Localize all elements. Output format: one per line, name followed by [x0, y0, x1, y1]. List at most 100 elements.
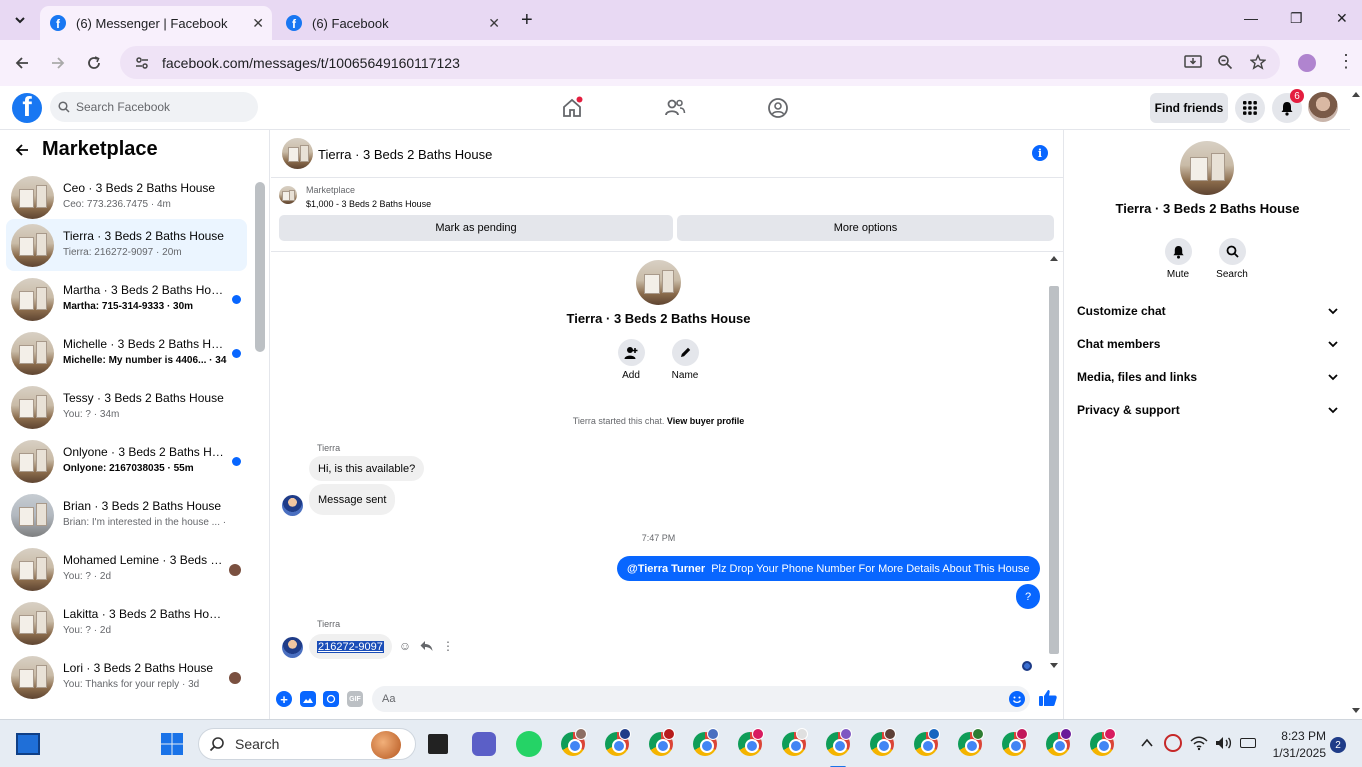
conversation-item[interactable]: Tierra · 3 Beds 2 Baths House Tierra: 216… — [6, 219, 247, 271]
conversation-avatar[interactable] — [636, 260, 681, 305]
chrome-profile-app-icon[interactable] — [914, 728, 940, 756]
home-icon[interactable] — [560, 96, 584, 120]
chrome-profile-app-icon[interactable] — [1090, 728, 1116, 756]
outgoing-message-bubble[interactable]: @Tierra Turner Plz Drop Your Phone Numbe… — [617, 556, 1040, 581]
chrome-profile-app-icon[interactable] — [561, 728, 587, 756]
chat-title[interactable]: Tierra · 3 Beds 2 Baths House — [318, 147, 492, 162]
add-people-button[interactable]: Add — [611, 339, 651, 381]
conversation-item[interactable]: Mohamed Lemine · 3 Beds 2 ... You: ? · 2d — [6, 543, 247, 595]
start-windows-icon[interactable] — [160, 732, 184, 756]
find-friends-button[interactable]: Find friends — [1150, 93, 1228, 123]
more-icon[interactable]: ⋮ — [440, 638, 456, 654]
sender-avatar[interactable] — [282, 637, 303, 658]
conversation-item[interactable]: Michelle · 3 Beds 2 Baths Ho... Michelle:… — [6, 327, 247, 379]
details-section-4[interactable]: Privacy & support — [1077, 400, 1339, 420]
mention[interactable]: @Tierra Turner — [627, 563, 705, 575]
reply-icon[interactable] — [418, 638, 434, 654]
page-scrollbar[interactable] — [1350, 86, 1362, 719]
details-section-1[interactable]: Customize chat — [1077, 301, 1339, 321]
chrome-profile-icon[interactable] — [1298, 54, 1316, 72]
chrome-profile-app-icon[interactable] — [1046, 728, 1072, 756]
back-icon[interactable] — [11, 52, 33, 74]
scroll-up-icon[interactable] — [1050, 256, 1058, 261]
windows-search-box[interactable]: Search — [198, 728, 416, 760]
info-icon[interactable]: i — [1032, 145, 1048, 161]
photo-icon[interactable] — [300, 691, 316, 707]
facebook-search-input[interactable]: Search Facebook — [50, 92, 258, 122]
clock-time[interactable]: 8:23 PM — [1268, 729, 1326, 743]
message-bubble[interactable]: Message sent — [309, 484, 396, 515]
battery-icon[interactable] — [1240, 738, 1256, 748]
chrome-profile-app-icon[interactable] — [738, 728, 764, 756]
chrome-profile-app-icon[interactable] — [958, 728, 984, 756]
site-info-icon[interactable] — [134, 55, 150, 71]
edit-name-button[interactable]: Name — [665, 339, 705, 381]
reload-icon[interactable] — [83, 52, 105, 74]
minimize-icon[interactable]: — — [1244, 10, 1258, 26]
zoom-icon[interactable] — [1217, 54, 1233, 70]
emoji-icon[interactable] — [1009, 691, 1025, 707]
gif-icon[interactable]: GIF — [347, 691, 363, 707]
conversation-item[interactable]: Onlyone · 3 Beds 2 Baths Hou... Onlyone: … — [6, 435, 247, 487]
back-arrow-icon[interactable] — [14, 142, 30, 158]
install-app-icon[interactable] — [1184, 54, 1202, 70]
conversation-item[interactable]: Tessy · 3 Beds 2 Baths House You: ? · 34m — [6, 381, 247, 433]
message-input[interactable]: Aa — [372, 686, 1030, 712]
close-window-icon[interactable]: ✕ — [1336, 10, 1348, 27]
details-avatar[interactable] — [1180, 141, 1234, 195]
task-view-icon[interactable] — [428, 734, 448, 754]
sender-avatar[interactable] — [282, 495, 303, 516]
sticker-icon[interactable] — [323, 691, 339, 707]
message-bubble[interactable]: 216272-9097 — [309, 634, 392, 659]
restore-icon[interactable]: ❐ — [1290, 10, 1303, 27]
tab-search-button[interactable] — [12, 12, 28, 28]
address-bar[interactable]: facebook.com/messages/t/1006564916011712… — [120, 46, 1280, 79]
tab-messenger[interactable]: f (6) Messenger | Facebook ✕ — [40, 6, 272, 40]
scroll-down-icon[interactable] — [1352, 708, 1360, 713]
wifi-icon[interactable] — [1190, 735, 1208, 751]
like-thumb-icon[interactable] — [1038, 688, 1058, 708]
chat-scrollbar-thumb[interactable] — [1049, 286, 1059, 654]
bookmark-star-icon[interactable] — [1250, 54, 1266, 70]
conversation-item[interactable]: Ceo · 3 Beds 2 Baths House Ceo: 773.236.7… — [6, 171, 247, 223]
scrollbar[interactable] — [255, 182, 265, 352]
conversation-item[interactable]: Brian · 3 Beds 2 Baths House Brian: I'm i… — [6, 489, 247, 541]
notification-center-badge[interactable]: 2 — [1330, 737, 1346, 753]
conversation-item[interactable]: Lakitta · 3 Beds 2 Baths House You: ? · 2… — [6, 597, 247, 649]
show-hidden-icons[interactable] — [1140, 736, 1154, 750]
account-avatar[interactable] — [1308, 92, 1338, 122]
chrome-profile-app-icon[interactable] — [826, 728, 852, 767]
tab-facebook[interactable]: f (6) Facebook ✕ — [276, 6, 508, 40]
chrome-profile-app-icon[interactable] — [870, 728, 896, 756]
chrome-profile-app-icon[interactable] — [782, 728, 808, 756]
react-icon[interactable]: ☺ — [397, 638, 413, 654]
conversation-item[interactable]: Martha · 3 Beds 2 Baths House Martha: 715… — [6, 273, 247, 325]
more-actions-plus-icon[interactable]: + — [276, 691, 292, 707]
close-tab-icon[interactable]: ✕ — [252, 15, 264, 32]
chrome-profile-app-icon[interactable] — [693, 728, 719, 756]
volume-icon[interactable] — [1214, 735, 1232, 751]
forward-icon[interactable] — [47, 52, 69, 74]
details-section-3[interactable]: Media, files and links — [1077, 367, 1339, 387]
menu-grid-button[interactable] — [1235, 93, 1265, 123]
outgoing-message-bubble[interactable]: ? — [1016, 584, 1040, 609]
chrome-profile-app-icon[interactable] — [605, 728, 631, 756]
scroll-down-icon[interactable] — [1050, 663, 1058, 668]
more-options-button[interactable]: More options — [677, 215, 1054, 241]
new-tab-icon[interactable]: + — [521, 10, 533, 30]
details-section-2[interactable]: Chat members — [1077, 334, 1339, 354]
groups-icon[interactable] — [766, 96, 790, 120]
chrome-profile-app-icon[interactable] — [1002, 728, 1028, 756]
message-bubble[interactable]: Hi, is this available? — [309, 456, 425, 481]
sync-icon[interactable] — [1164, 734, 1182, 752]
listing-title[interactable]: $1,000 - 3 Beds 2 Baths House — [306, 199, 431, 209]
whatsapp-icon[interactable] — [516, 731, 542, 757]
listing-thumbnail[interactable] — [279, 186, 297, 204]
mark-as-pending-button[interactable]: Mark as pending — [279, 215, 673, 241]
scroll-up-icon[interactable] — [1352, 92, 1360, 97]
chrome-profile-app-icon[interactable] — [649, 728, 675, 756]
friends-icon[interactable] — [663, 96, 687, 120]
facebook-logo-icon[interactable]: f — [12, 93, 42, 123]
search-in-chat-button[interactable]: Search — [1210, 238, 1254, 280]
chrome-menu-icon[interactable]: ⋮ — [1337, 51, 1355, 71]
